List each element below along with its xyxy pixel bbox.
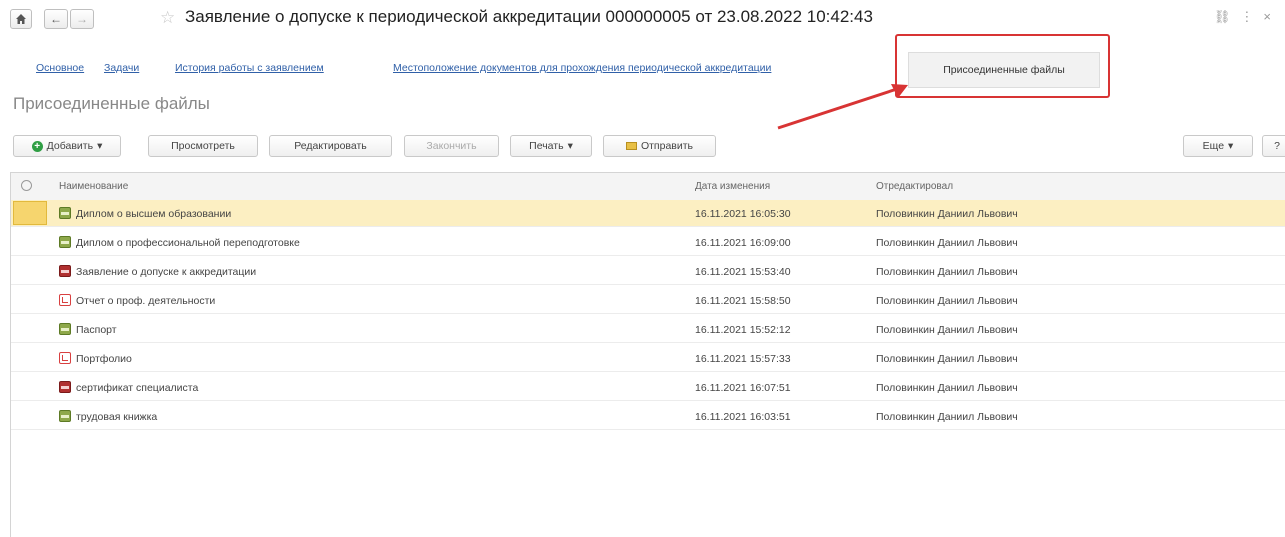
- file-icon: [59, 323, 71, 335]
- send-button[interactable]: Отправить: [603, 135, 716, 157]
- view-button[interactable]: Просмотреть: [148, 135, 258, 157]
- cell-editor: Половинкин Даниил Львович: [876, 324, 1018, 336]
- star-icon[interactable]: ☆: [160, 8, 175, 28]
- file-icon: [59, 236, 71, 248]
- page-title: Заявление о допуске к периодической аккр…: [185, 7, 873, 26]
- cell-date: 16.11.2021 15:58:50: [695, 295, 791, 307]
- link-icon[interactable]: ⛓: [1214, 9, 1241, 24]
- attached-files-table: Наименование Дата изменения Отредактиров…: [10, 172, 1285, 537]
- close-icon[interactable]: ×: [1263, 9, 1281, 24]
- home-button[interactable]: [10, 9, 32, 29]
- annotation-arrow: [777, 84, 908, 130]
- cell-date: 16.11.2021 16:05:30: [695, 208, 791, 220]
- row-selection-marker: [13, 201, 47, 225]
- print-button-label: Печать: [529, 140, 564, 152]
- back-button[interactable]: ←: [44, 9, 68, 29]
- cell-date: 16.11.2021 16:09:00: [695, 237, 791, 249]
- cell-date: 16.11.2021 16:03:51: [695, 411, 791, 423]
- table-row[interactable]: сертификат специалиста 16.11.2021 16:07:5…: [11, 374, 1285, 401]
- add-button[interactable]: + Добавить ▾: [13, 135, 121, 157]
- finish-button[interactable]: Закончить: [404, 135, 499, 157]
- plus-icon: +: [31, 140, 43, 152]
- print-button[interactable]: Печать ▾: [510, 135, 592, 157]
- file-icon: [59, 410, 71, 422]
- table-row[interactable]: Паспорт 16.11.2021 15:52:12 Половинкин Дан…: [11, 316, 1285, 343]
- cell-editor: Половинкин Даниил Львович: [876, 411, 1018, 423]
- table-row[interactable]: Заявление о допуске к аккредитации 16.11.…: [11, 258, 1285, 285]
- cell-name: Диплом о высшем образовании: [76, 208, 232, 220]
- cell-date: 16.11.2021 15:53:40: [695, 266, 791, 278]
- cell-name: трудовая книжка: [76, 411, 158, 423]
- tab-documents-location[interactable]: Местоположение документов для прохождени…: [393, 62, 771, 74]
- cell-name: сертификат специалиста: [76, 382, 199, 394]
- cell-editor: Половинкин Даниил Львович: [876, 382, 1018, 394]
- table-row[interactable]: Диплом о высшем образовании 16.11.2021 16…: [11, 200, 1285, 227]
- attachment-status-icon: [21, 180, 32, 191]
- window-controls: ⛓⋮×: [1214, 9, 1281, 25]
- tab-main[interactable]: Основное: [36, 62, 84, 74]
- column-editor[interactable]: Отредактировал: [876, 181, 953, 192]
- send-button-label: Отправить: [640, 140, 694, 152]
- column-name[interactable]: Наименование: [59, 181, 128, 192]
- tab-tasks[interactable]: Задачи: [104, 62, 139, 74]
- section-title: Присоединенные файлы: [13, 94, 210, 113]
- table-header: Наименование Дата изменения Отредактиров…: [11, 173, 1285, 201]
- more-button[interactable]: Еще ▾: [1183, 135, 1253, 157]
- file-icon: [59, 265, 71, 277]
- table-row[interactable]: Отчет о проф. деятельности 16.11.2021 15:…: [11, 287, 1285, 314]
- cell-date: 16.11.2021 15:57:33: [695, 353, 791, 365]
- chevron-down-icon: ▾: [97, 140, 103, 152]
- chevron-down-icon: ▾: [567, 140, 573, 152]
- arrow-left-icon: ←: [50, 12, 62, 26]
- table-row[interactable]: Диплом о профессиональной переподготовке…: [11, 229, 1285, 256]
- envelope-icon: [625, 142, 637, 150]
- add-button-label: Добавить: [46, 140, 94, 152]
- cell-date: 16.11.2021 16:07:51: [695, 382, 791, 394]
- cell-editor: Половинкин Даниил Львович: [876, 208, 1018, 220]
- cell-editor: Половинкин Даниил Львович: [876, 353, 1018, 365]
- file-icon: [59, 207, 71, 219]
- cell-name: Диплом о профессиональной переподготовке: [76, 237, 300, 249]
- cell-name: Портфолио: [76, 353, 132, 365]
- cell-editor: Половинкин Даниил Львович: [876, 266, 1018, 278]
- more-icon[interactable]: ⋮: [1240, 9, 1263, 24]
- cell-editor: Половинкин Даниил Львович: [876, 295, 1018, 307]
- file-icon: [59, 381, 71, 393]
- home-icon: [16, 14, 26, 24]
- cell-editor: Половинкин Даниил Львович: [876, 237, 1018, 249]
- edit-button[interactable]: Редактировать: [269, 135, 392, 157]
- help-button[interactable]: ?: [1262, 135, 1285, 157]
- chevron-down-icon: ▾: [1228, 140, 1234, 152]
- table-row[interactable]: трудовая книжка 16.11.2021 16:03:51 Полови…: [11, 403, 1285, 430]
- tab-history[interactable]: История работы с заявлением: [175, 62, 324, 74]
- table-row[interactable]: Портфолио 16.11.2021 15:57:33 Половинкин Д…: [11, 345, 1285, 372]
- cell-name: Отчет о проф. деятельности: [76, 295, 216, 307]
- cell-date: 16.11.2021 15:52:12: [695, 324, 791, 336]
- arrow-right-icon: →: [76, 12, 88, 26]
- cell-name: Заявление о допуске к аккредитации: [76, 266, 257, 278]
- column-date[interactable]: Дата изменения: [695, 181, 770, 192]
- forward-button[interactable]: →: [70, 9, 94, 29]
- more-button-label: Еще: [1202, 140, 1225, 152]
- cell-name: Паспорт: [76, 324, 117, 336]
- annotation-highlight-box: [895, 34, 1110, 98]
- pdf-file-icon: [59, 352, 71, 364]
- pdf-file-icon: [59, 294, 71, 306]
